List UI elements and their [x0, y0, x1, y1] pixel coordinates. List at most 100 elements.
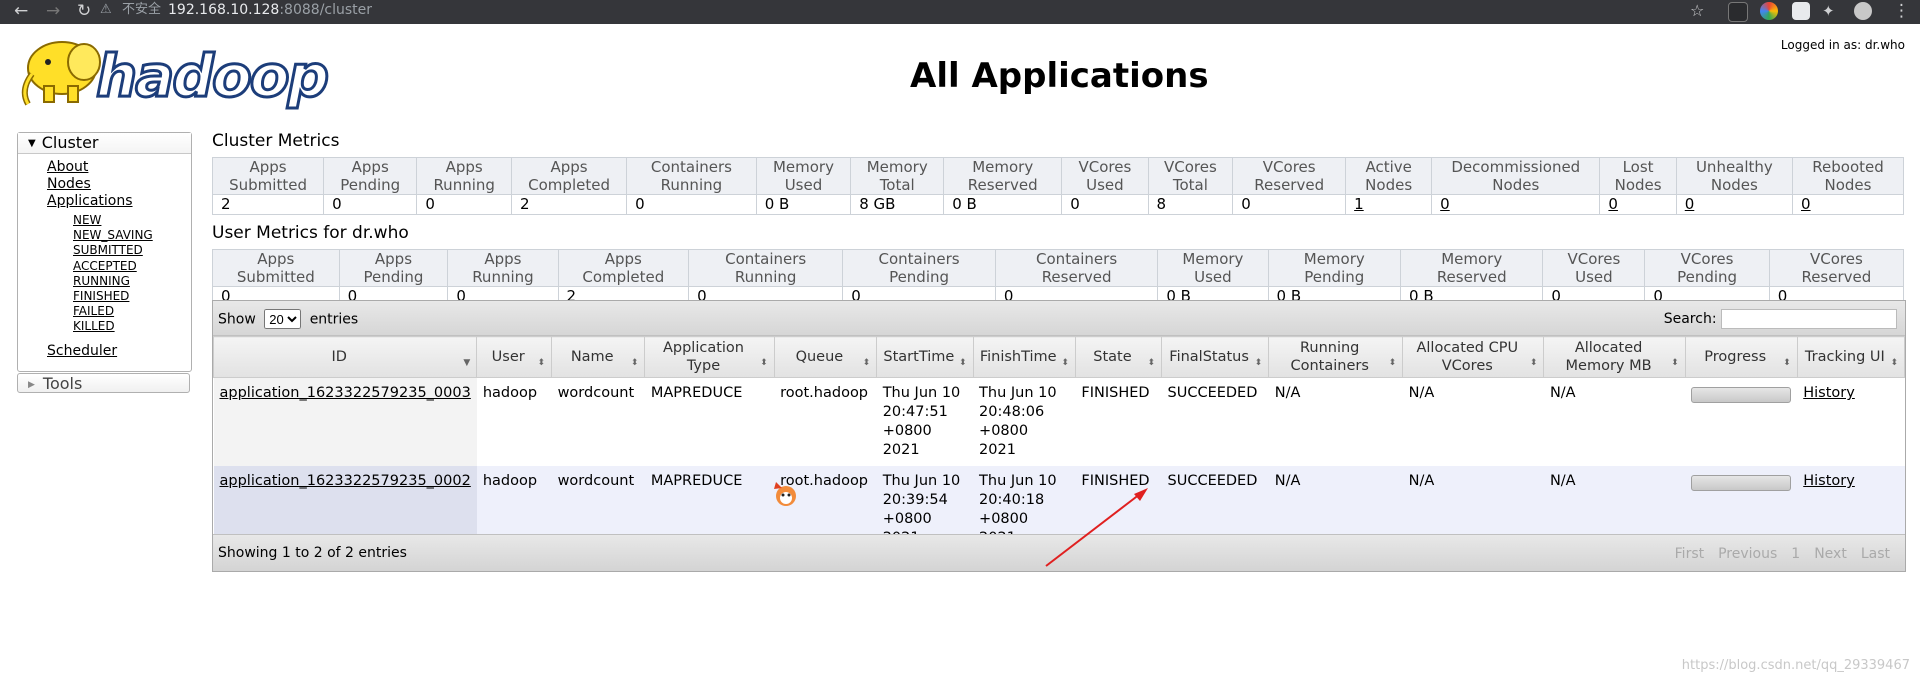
sidebar-link-killed[interactable]: KILLED	[73, 319, 153, 334]
sidebar-link-scheduler[interactable]: Scheduler	[47, 343, 117, 359]
metric-header: Unhealthy Nodes	[1675, 157, 1794, 195]
browser-toolbar: ← → ↻ ⚠ 不安全 192.168.10.128:8088/cluster …	[0, 0, 1920, 24]
column-header[interactable]: Name ⬍	[551, 336, 646, 378]
sort-icon: ⬍	[1890, 358, 1898, 368]
table-cell: application_1623322579235_0003	[213, 377, 477, 466]
metric-value: 0	[1675, 194, 1794, 215]
metric-link[interactable]: 0	[1801, 195, 1811, 213]
metric-value: 8 GB	[850, 194, 945, 215]
metric-value: 0	[323, 194, 418, 215]
menu-icon[interactable]: ⋮	[1893, 0, 1910, 24]
metric-link[interactable]: 0	[1440, 195, 1450, 213]
column-header[interactable]: User ⬍	[476, 336, 553, 378]
metric-link[interactable]: 1	[1354, 195, 1364, 213]
sidebar-link-accepted[interactable]: ACCEPTED	[73, 259, 153, 274]
column-header[interactable]: State ⬍	[1074, 336, 1163, 378]
sidebar-link-nodes[interactable]: Nodes	[47, 176, 133, 193]
metric-header: Containers Pending	[842, 249, 996, 287]
metric-link[interactable]: 0	[1685, 195, 1695, 213]
pager-button[interactable]: First	[1668, 543, 1711, 565]
sort-icon: ▼	[463, 358, 471, 368]
pager-button[interactable]: 1	[1784, 543, 1807, 565]
logged-in-label: Logged in as: dr.who	[1780, 38, 1905, 52]
metric-link[interactable]: 0	[1608, 195, 1618, 213]
history-link[interactable]: History	[1803, 473, 1855, 489]
sidebar-link-new-saving[interactable]: NEW_SAVING	[73, 228, 153, 243]
tools-section-header[interactable]: ▶ Tools	[17, 373, 190, 393]
pager-button[interactable]: Previous	[1711, 543, 1784, 565]
url-path: :8088/cluster	[279, 2, 373, 18]
puzzle-icon[interactable]: ✦	[1822, 0, 1835, 24]
metric-header: Memory Used	[1157, 249, 1269, 287]
sidebar-link-finished[interactable]: FINISHED	[73, 289, 153, 304]
metric-value: 1	[1345, 194, 1433, 215]
avatar[interactable]	[1854, 2, 1872, 20]
metric-header: Containers Reserved	[994, 249, 1159, 287]
column-header[interactable]: Progress ⬍	[1684, 336, 1798, 378]
metric-header: VCores Reserved	[1768, 249, 1905, 287]
pager-button[interactable]: Next	[1807, 543, 1854, 565]
column-header[interactable]: StartTime ⬍	[876, 336, 974, 378]
sidebar-link-applications[interactable]: Applications	[47, 193, 133, 210]
metric-value: 0	[1599, 194, 1677, 215]
reader-icon[interactable]	[1792, 2, 1810, 20]
column-header-label: Name	[570, 349, 614, 365]
metric-header: VCores Used	[1542, 249, 1646, 287]
column-header-label: Queue	[795, 349, 844, 365]
application-id-link[interactable]: application_1623322579235_0003	[220, 385, 471, 401]
back-arrow-icon[interactable]: ←	[14, 0, 28, 24]
sidebar-link-about[interactable]: About	[47, 159, 133, 176]
metric-value: 0 B	[943, 194, 1063, 215]
sidebar-link-running[interactable]: RUNNING	[73, 274, 153, 289]
annotation-arrow-icon	[1045, 488, 1148, 567]
logo-text: hadoop	[94, 42, 330, 110]
column-header[interactable]: Running Containers ⬍	[1268, 336, 1404, 378]
security-label: 不安全	[122, 2, 162, 17]
column-header[interactable]: Queue ⬍	[773, 336, 878, 378]
user-metrics-table: Apps Submitted Apps Pending Apps Running Ap…	[212, 249, 1905, 307]
reload-icon[interactable]: ↻	[77, 0, 91, 24]
sort-icon: ⬍	[1147, 358, 1155, 368]
metric-value: 0	[1792, 194, 1904, 215]
watermark: https://blog.csdn.net/qq_29339467	[1681, 658, 1910, 673]
column-header[interactable]: Tracking UI ⬍	[1796, 336, 1906, 378]
metric-value: 2	[511, 194, 628, 215]
column-header[interactable]: FinishTime ⬍	[972, 336, 1076, 378]
column-header[interactable]: Allocated CPU VCores ⬍	[1402, 336, 1545, 378]
sidebar-link-failed[interactable]: FAILED	[73, 304, 153, 319]
column-header[interactable]: ID ▼	[212, 336, 478, 378]
sidebar-link-new[interactable]: NEW	[73, 213, 153, 228]
page-size-control: Show 20 entries	[218, 309, 358, 329]
metric-value: 0	[626, 194, 757, 215]
sort-icon: ⬍	[1671, 358, 1679, 368]
sidebar-link-submitted[interactable]: SUBMITTED	[73, 243, 153, 258]
pager-button[interactable]: Last	[1854, 543, 1897, 565]
history-link[interactable]: History	[1803, 385, 1855, 401]
address-bar[interactable]: ⚠ 不安全 192.168.10.128:8088/cluster	[96, 0, 1246, 22]
forward-arrow-icon[interactable]: →	[46, 0, 60, 24]
cluster-section-header[interactable]: ▼ Cluster	[18, 133, 191, 154]
star-icon[interactable]: ☆	[1690, 0, 1704, 24]
table-cell: N/A	[1543, 377, 1686, 466]
sort-icon: ⬍	[1529, 358, 1538, 368]
mascot-icon	[774, 482, 796, 506]
search-input[interactable]	[1721, 309, 1897, 329]
metric-header: VCores Total	[1147, 157, 1234, 195]
hadoop-logo[interactable]: hadoop	[18, 34, 331, 110]
expand-triangle-icon: ▶	[28, 380, 35, 390]
show-label: Show	[218, 311, 256, 328]
column-header[interactable]: Application Type ⬍	[644, 336, 775, 378]
application-id-link[interactable]: application_1623322579235_0002	[220, 473, 471, 489]
page-size-select[interactable]: 20	[264, 309, 302, 329]
sort-icon: ⬍	[1061, 358, 1069, 368]
table-cell: hadoop	[476, 377, 552, 466]
column-header[interactable]: FinalStatus ⬍	[1160, 336, 1270, 378]
chrome-extension-icon[interactable]	[1760, 2, 1778, 20]
extension-icon[interactable]	[1728, 2, 1748, 22]
metric-header: Apps Running	[447, 249, 559, 287]
table-cell: MAPREDUCE	[644, 377, 775, 466]
column-header-label: ID	[331, 349, 347, 365]
column-header-label: State	[1093, 349, 1132, 365]
page-title: All Applications	[910, 56, 1209, 96]
column-header[interactable]: Allocated Memory MB ⬍	[1543, 336, 1686, 378]
